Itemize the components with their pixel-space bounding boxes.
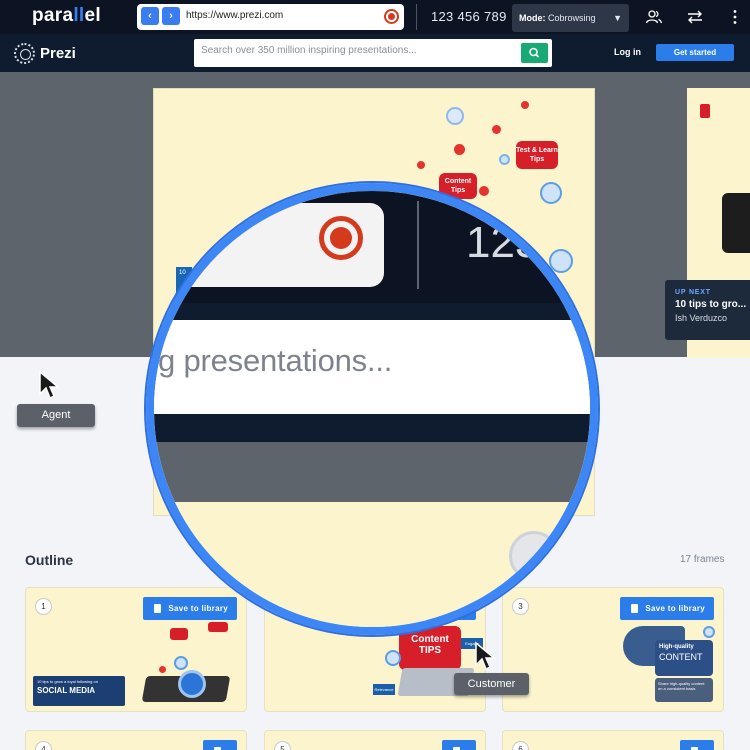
url-bar[interactable]: ‹ › https://www.prezi.com [137, 4, 404, 30]
bubble-decoration [174, 656, 188, 670]
mode-value: Cobrowsing [548, 13, 596, 23]
relevance-tag: Relevance [373, 684, 395, 695]
forward-button[interactable]: › [162, 7, 180, 25]
mode-label: Mode: [519, 13, 546, 23]
parallel-toolbar: parallel ‹ › https://www.prezi.com 123 4… [0, 0, 750, 34]
outline-title: Outline [25, 552, 74, 568]
magnified-header-bottom [154, 414, 590, 442]
bubble-decoration [499, 154, 510, 165]
magnified-stage [154, 442, 590, 502]
magnified-phone: 123 [466, 218, 540, 267]
dot-decoration [454, 144, 465, 155]
users-icon[interactable] [645, 8, 663, 26]
bubble-decoration [703, 626, 715, 638]
save-to-library-button[interactable] [442, 740, 476, 750]
like-bubble-icon [446, 107, 464, 125]
dot-decoration [492, 125, 501, 134]
bubble-decoration [385, 650, 401, 666]
up-next-author: Ish Verduzco [675, 313, 728, 323]
save-to-library-button[interactable] [203, 740, 237, 750]
twitter-bubble-icon [178, 670, 206, 698]
frame-number: 6 [512, 741, 529, 750]
magnified-placeholder: g presentations... [158, 343, 393, 378]
magnified-divider [417, 201, 419, 289]
chevron-left-icon: ‹ [148, 10, 152, 22]
prezi-logo-icon [14, 42, 35, 64]
up-next-title: 10 tips to gro... [675, 299, 747, 310]
back-button[interactable]: ‹ [141, 7, 159, 25]
tag-decoration [170, 628, 188, 640]
search-input[interactable] [201, 45, 511, 56]
parallel-logo: parallel [32, 5, 101, 26]
get-started-button[interactable]: Get started [656, 44, 734, 61]
test-learn-tips-tag: Test & Learn Tips [516, 141, 558, 169]
customer-cursor-icon [475, 641, 497, 671]
agent-label: Agent [17, 404, 95, 427]
login-link[interactable]: Log in [614, 47, 641, 57]
chevron-down-icon: ▼ [613, 13, 622, 23]
magnified-view: 123 g presentations... [154, 191, 590, 627]
save-to-library-button[interactable] [680, 740, 714, 750]
dot-decoration [417, 161, 425, 169]
frame-card[interactable]: 4 [25, 730, 247, 750]
magnifier-lens: 123 g presentations... [146, 183, 598, 635]
phone-number: 123 456 789 [431, 9, 507, 24]
record-icon[interactable] [384, 9, 399, 24]
frame-card[interactable]: 5 [264, 730, 486, 750]
slide-headline: High-quality CONTENT [655, 640, 713, 676]
search-button[interactable] [521, 43, 548, 63]
content-tips-title: Content TIPS [399, 626, 461, 670]
phone-illustration [722, 193, 750, 253]
dot-decoration [159, 666, 166, 673]
info-tag [700, 104, 710, 118]
up-next-panel[interactable]: UP NEXT 10 tips to gro... Ish Verduzco [665, 280, 750, 340]
up-next-label: UP NEXT [675, 289, 711, 296]
search-icon [529, 47, 540, 58]
divider [416, 4, 417, 30]
frame-number: 5 [274, 741, 291, 750]
dot-decoration [521, 101, 529, 109]
slide-note: Share high-quality content on a consiste… [655, 678, 713, 702]
mode-select[interactable]: Mode: Cobrowsing ▼ [512, 4, 629, 32]
swap-icon[interactable] [686, 8, 704, 26]
search-box [194, 39, 552, 67]
agent-cursor-icon [39, 370, 61, 400]
prezi-logo-text: Prezi [40, 44, 76, 62]
slide-headline: 10 tips to grow a loyal following on SOC… [33, 676, 125, 706]
customer-label: Customer [454, 673, 529, 695]
frame-number: 1 [35, 598, 52, 615]
magnified-bubble [509, 531, 559, 581]
save-to-library-button[interactable]: Save to library [620, 597, 714, 620]
magnified-record-icon [319, 216, 363, 260]
url-text[interactable]: https://www.prezi.com [186, 10, 283, 21]
frame-number: 4 [35, 741, 52, 750]
prezi-logo[interactable]: Prezi [14, 42, 76, 64]
frame-card[interactable]: 6 [502, 730, 724, 750]
frames-count: 17 frames [680, 554, 725, 565]
chevron-right-icon: › [169, 10, 173, 22]
kebab-menu-icon[interactable] [726, 8, 744, 26]
